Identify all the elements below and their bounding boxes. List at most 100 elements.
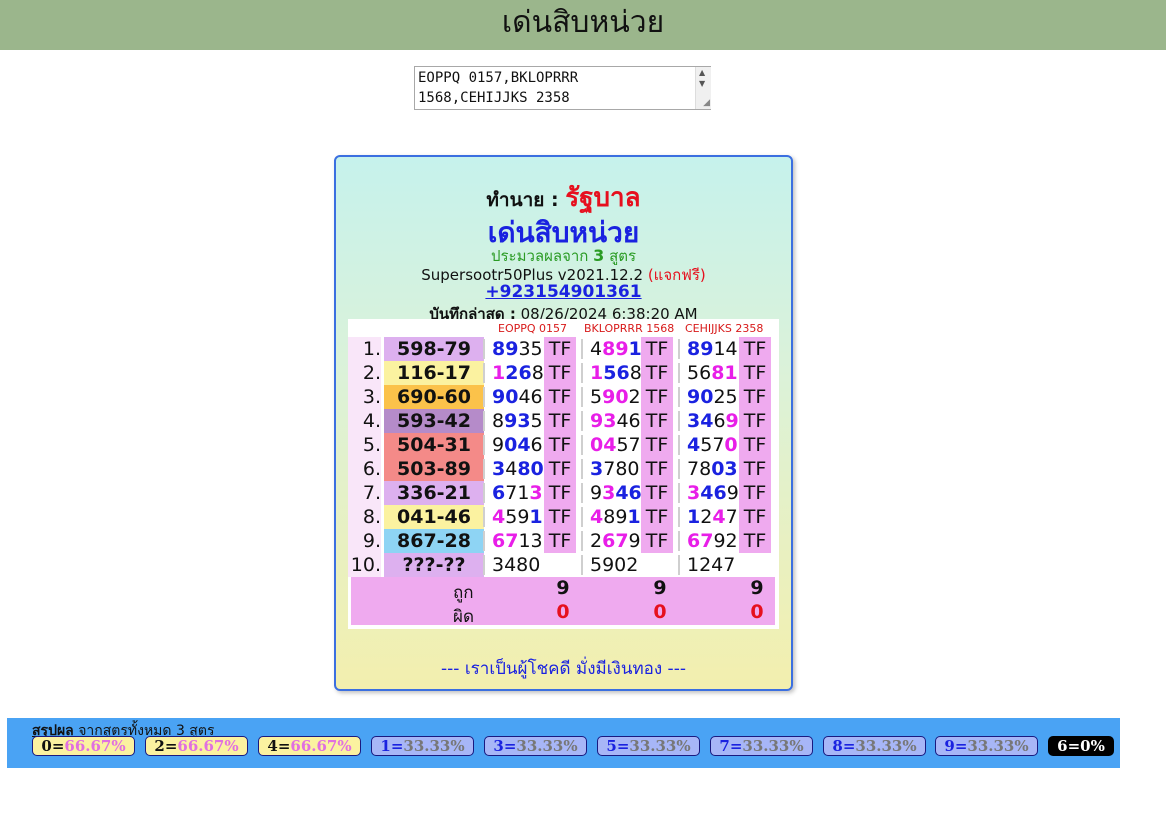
result-digits: 46	[616, 410, 641, 432]
scroll-down-icon[interactable]: ▼	[699, 79, 705, 88]
tf-flag: TF	[544, 409, 576, 433]
table-row: 5. 504-31 9046 TF 0457 TF 4570 TF	[348, 433, 779, 457]
tf-flag: TF	[739, 409, 771, 433]
result-digits: 1	[590, 362, 604, 384]
table-row: 8. 041-46 4591 TF 4891 TF 1247 TF	[348, 505, 779, 529]
column-separator	[581, 435, 583, 455]
chip-digit: 4	[267, 737, 278, 755]
result-digits: 13	[518, 530, 543, 552]
result-digits: 03	[711, 458, 738, 480]
prediction-cell: 867-28	[384, 529, 484, 553]
result-cell: 6713	[486, 481, 544, 505]
table-row: 2. 116-17 1268 TF 1568 TF 5681 TF	[348, 361, 779, 385]
tf-flag: TF	[641, 361, 673, 385]
result-digits: 92	[713, 530, 738, 552]
result-cell: 3480	[486, 457, 544, 481]
result-digits: 71	[505, 482, 530, 504]
result-digits: 4	[492, 506, 506, 528]
result-digits: 04	[590, 434, 617, 456]
result-cell: 4570	[681, 433, 739, 457]
phone-link[interactable]: +923154901361	[336, 282, 791, 302]
result-digits: 3	[602, 482, 616, 504]
wrong-count: 0	[750, 601, 764, 623]
tf-flag: TF	[544, 385, 576, 409]
wrong-label: ผิด	[453, 607, 475, 627]
result-digits: 5	[590, 386, 603, 408]
scroll-up-icon[interactable]: ▲	[699, 68, 705, 77]
result-digits: 3	[687, 482, 701, 504]
tf-flag: TF	[739, 529, 771, 553]
tf-flag	[544, 553, 576, 577]
column-separator	[581, 555, 583, 575]
result-cell: 6792	[681, 529, 739, 553]
result-cell: 9346	[584, 481, 642, 505]
motto: --- เราเป็นผู้โชคดี มั่งมีเงินทอง ---	[441, 659, 686, 679]
result-digits: 34	[687, 410, 714, 432]
result-cell: 8935	[486, 409, 544, 433]
digit-chip-9: 9=33.33%	[935, 736, 1038, 756]
row-number: 8.	[348, 505, 381, 529]
result-digits: 67	[492, 530, 519, 552]
prediction-cell: 041-46	[384, 505, 484, 529]
result-digits: 8	[492, 410, 505, 432]
chip-percent: 66.67%	[64, 737, 126, 755]
formula-textarea[interactable]: EOPPQ 0157,BKLOPRRR 1568,CEHIJJKS 2358	[414, 66, 711, 110]
result-cell: 0457	[584, 433, 642, 457]
tf-flag: TF	[739, 457, 771, 481]
result-cell: 3480	[486, 553, 544, 577]
result-digits: 57	[616, 434, 641, 456]
result-digits: 1	[628, 338, 642, 360]
column-separator	[678, 339, 680, 359]
result-digits: 3480	[492, 554, 541, 576]
result-digits: 89	[687, 338, 714, 360]
prediction-cell: 598-79	[384, 337, 484, 361]
tf-flag: TF	[544, 433, 576, 457]
result-digits: 89	[492, 338, 519, 360]
result-digits: 80	[517, 458, 544, 480]
correct-count: 9	[556, 577, 570, 599]
tf-flag: TF	[641, 433, 673, 457]
table-row: 3. 690-60 9046 TF 5902 TF 9025 TF	[348, 385, 779, 409]
row-number: 9.	[348, 529, 381, 553]
row-number: 7.	[348, 481, 381, 505]
prediction-cell: 690-60	[384, 385, 484, 409]
result-digits: 3	[492, 458, 506, 480]
result-digits: 90	[602, 386, 629, 408]
digit-chip-3: 3=33.33%	[484, 736, 587, 756]
chip-digit: 1	[380, 737, 391, 755]
digit-chip-4: 4=66.67%	[258, 736, 361, 756]
resize-grip-icon[interactable]: ◢	[703, 98, 710, 108]
column-separator	[483, 459, 485, 479]
result-digits: 3	[529, 482, 543, 504]
result-digits: 46	[615, 482, 642, 504]
result-cell: 3780	[584, 457, 642, 481]
result-digits: 1247	[687, 554, 736, 576]
prediction-cell: 116-17	[384, 361, 484, 385]
row-number: 1.	[348, 337, 381, 361]
result-digits: 90	[492, 386, 519, 408]
tf-flag: TF	[739, 481, 771, 505]
result-digits: 7	[725, 506, 738, 528]
result-digits: 8	[629, 362, 642, 384]
result-digits: 3	[590, 458, 604, 480]
result-digits: 6	[492, 482, 506, 504]
result-digits: 780	[603, 458, 640, 480]
table-row: 7. 336-21 6713 TF 9346 TF 3469 TF	[348, 481, 779, 505]
result-digits: 5	[530, 410, 543, 432]
chip-digit: 9	[944, 737, 955, 755]
result-digits: 9	[628, 530, 641, 552]
table-row: 10. ???-?? 3480 5902 1247	[348, 553, 779, 577]
row-number: 5.	[348, 433, 381, 457]
correct-count: 9	[750, 577, 764, 599]
textarea-scrollbar[interactable]: ▲ ▼ ◢	[695, 67, 711, 109]
tf-flag: TF	[641, 505, 673, 529]
column-separator	[581, 387, 583, 407]
results-table: EOPPQ 0157 BKLOPRRR 1568 CEHIJJKS 2358 1. 59…	[348, 319, 779, 629]
result-cell: 9046	[486, 385, 544, 409]
chip-digit: 0	[41, 737, 52, 755]
chip-digit: 8	[832, 737, 843, 755]
chip-percent: 0%	[1080, 737, 1105, 755]
digit-chip-0: 0=66.67%	[32, 736, 135, 756]
result-cell: 1247	[681, 553, 739, 577]
tf-flag: TF	[641, 481, 673, 505]
